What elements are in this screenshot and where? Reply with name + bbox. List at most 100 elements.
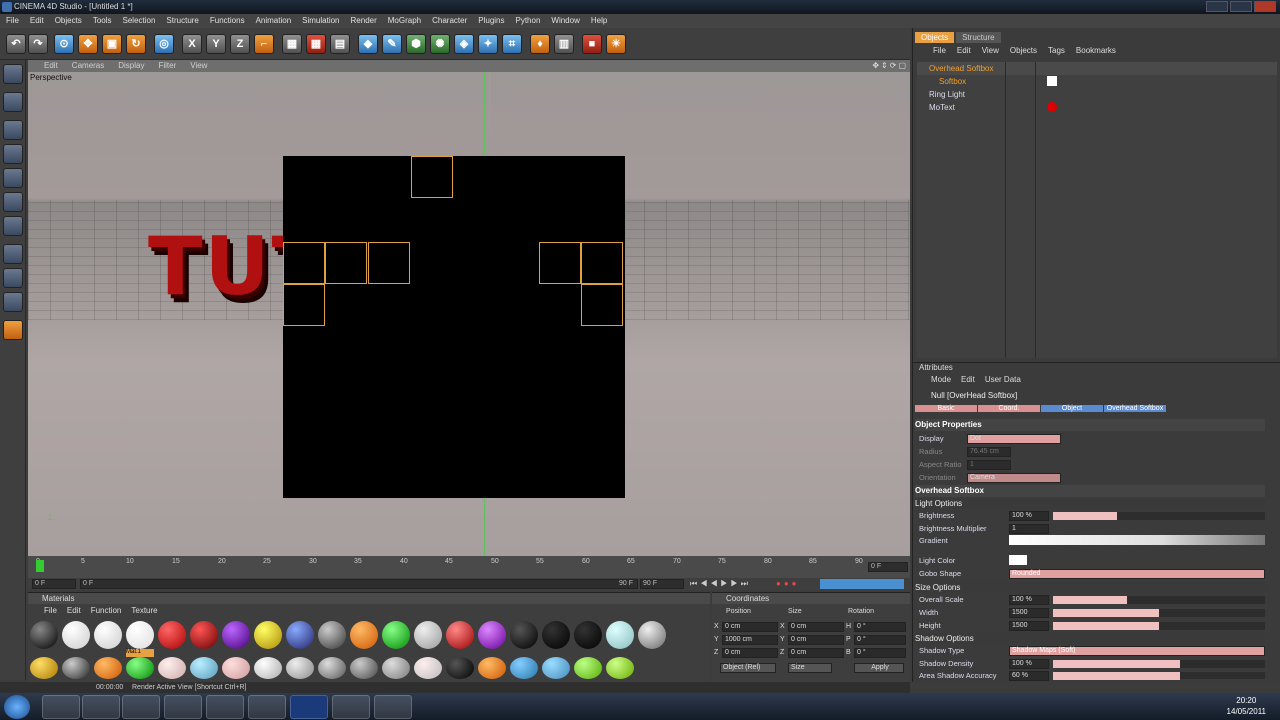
menu-render[interactable]: Render (351, 14, 377, 28)
tab-objects[interactable]: Objects (915, 32, 955, 43)
menu-character[interactable]: Character (432, 14, 467, 28)
material-swatch[interactable] (190, 657, 218, 679)
display-dropdown[interactable]: Dot (967, 434, 1061, 444)
size-x-field[interactable]: 0 cm (788, 622, 844, 632)
material-swatch[interactable] (190, 621, 218, 649)
material-swatch[interactable] (510, 621, 538, 649)
object-row[interactable]: MoText (917, 101, 1277, 114)
playback-controls[interactable]: ⏮◀◀▶▶⏭ (690, 579, 751, 589)
material-swatch[interactable] (542, 621, 570, 649)
close-button[interactable] (1254, 1, 1276, 12)
undo-icon[interactable]: ↶ (6, 34, 26, 54)
material-swatch[interactable] (478, 657, 506, 679)
viewport-navigation-icons[interactable]: ✥⇕⟳▢ (872, 60, 908, 72)
render-picture-viewer-icon[interactable]: ▦ (306, 34, 326, 54)
brightness-slider[interactable] (1053, 512, 1265, 520)
model-mode-icon[interactable] (3, 120, 23, 140)
cinema4d-taskbar-icon[interactable] (248, 695, 286, 719)
3d-viewport[interactable]: Perspective TUTORIAL ⊥ (28, 72, 910, 556)
start-frame-field[interactable]: 0 F (32, 579, 76, 589)
gobo-shape-dropdown[interactable]: Rounded (1009, 569, 1265, 579)
snap-icon[interactable] (3, 292, 23, 312)
photoshop-taskbar-icon[interactable] (290, 695, 328, 719)
material-swatch[interactable] (478, 621, 506, 649)
material-swatch[interactable] (62, 621, 90, 649)
system-clock[interactable]: 20:20 14/05/2011 (1227, 695, 1266, 717)
menu-functions[interactable]: Functions (210, 14, 245, 28)
aspect-ratio-field[interactable]: 1 (967, 460, 1011, 470)
points-mode-icon[interactable] (3, 168, 23, 188)
position-y-field[interactable]: 1000 cm (722, 635, 778, 645)
om-menu-bookmarks[interactable]: Bookmarks (1076, 46, 1116, 55)
live-selection-icon[interactable]: ⊙ (54, 34, 74, 54)
material-swatch[interactable] (30, 657, 58, 679)
ie-taskbar-icon[interactable] (122, 695, 160, 719)
tab-basic[interactable]: Basic (915, 405, 977, 412)
material-swatch[interactable] (574, 621, 602, 649)
edges-mode-icon[interactable] (3, 192, 23, 212)
shadow-density-slider[interactable] (1053, 660, 1265, 668)
tag-icon[interactable] (1047, 76, 1057, 86)
move-icon[interactable]: ✥ (78, 34, 98, 54)
tab-structure[interactable]: Structure (956, 32, 1001, 43)
brightness-multiplier-field[interactable]: 1 (1009, 524, 1049, 534)
material-swatch[interactable] (286, 657, 314, 679)
camera-icon[interactable]: ⌗ (502, 34, 522, 54)
rotation-b-field[interactable]: 0 ° (854, 648, 906, 658)
recent-tool-icon[interactable]: ◎ (154, 34, 174, 54)
x-axis-icon[interactable]: X (182, 34, 202, 54)
z-axis-icon[interactable]: Z (230, 34, 250, 54)
material-swatch[interactable] (446, 657, 474, 679)
texture-mode-icon[interactable] (3, 92, 23, 112)
light-icon[interactable]: ♦ (530, 34, 550, 54)
gradient-bar[interactable] (1009, 535, 1265, 545)
key-mode-icons[interactable] (820, 579, 904, 589)
object-row[interactable]: Overhead Softbox (917, 62, 1277, 75)
attr-menu-edit[interactable]: Edit (961, 375, 975, 384)
viewport-menu-display[interactable]: Display (118, 60, 144, 72)
viewport-menu-edit[interactable]: Edit (44, 60, 58, 72)
overall-scale-field[interactable]: 100 % (1009, 595, 1049, 605)
material-swatch[interactable] (446, 621, 474, 649)
position-z-field[interactable]: 0 cm (722, 648, 778, 658)
material-swatch[interactable] (350, 657, 378, 679)
coordinate-mode-dropdown[interactable]: Object (Rel) (720, 663, 776, 673)
height-field[interactable]: 1500 (1009, 621, 1049, 631)
width-slider[interactable] (1053, 609, 1265, 617)
layout-icon[interactable]: ▥ (554, 34, 574, 54)
scene-icon[interactable]: ✦ (478, 34, 498, 54)
material-swatch[interactable] (158, 657, 186, 679)
softbox-plane[interactable] (283, 156, 625, 498)
menu-python[interactable]: Python (516, 14, 541, 28)
tab-overhead-softbox[interactable]: Overhead Softbox (1104, 405, 1166, 412)
area-shadow-accuracy-field[interactable]: 60 % (1009, 671, 1049, 681)
viewport-menu-view[interactable]: View (190, 60, 207, 72)
array-icon[interactable]: ✺ (430, 34, 450, 54)
menu-simulation[interactable]: Simulation (302, 14, 339, 28)
end-frame-field[interactable]: 0 F (868, 562, 908, 572)
media-player-taskbar-icon[interactable] (82, 695, 120, 719)
attr-menu-mode[interactable]: Mode (931, 375, 951, 384)
tab-object[interactable]: Object (1041, 405, 1103, 412)
menu-structure[interactable]: Structure (166, 14, 198, 28)
size-z-field[interactable]: 0 cm (788, 648, 844, 658)
menu-selection[interactable]: Selection (123, 14, 156, 28)
app-taskbar-icon[interactable] (332, 695, 370, 719)
material-swatch[interactable] (222, 621, 250, 649)
rotation-p-field[interactable]: 0 ° (854, 635, 906, 645)
maximize-button[interactable] (1230, 1, 1252, 12)
attr-menu-user-data[interactable]: User Data (985, 375, 1021, 384)
apply-button[interactable]: Apply (854, 663, 904, 673)
materials-menu-edit[interactable]: Edit (67, 605, 81, 616)
material-swatch[interactable] (414, 621, 442, 649)
render-settings-icon[interactable]: ▤ (330, 34, 350, 54)
om-menu-file[interactable]: File (933, 46, 946, 55)
explorer-taskbar-icon[interactable] (42, 695, 80, 719)
record-keys-icons[interactable]: ●●● (776, 579, 800, 588)
material-swatch[interactable] (94, 621, 122, 649)
menu-objects[interactable]: Objects (55, 14, 82, 28)
materials-menu-texture[interactable]: Texture (131, 605, 157, 616)
material-tag-icon[interactable] (1047, 102, 1057, 112)
material-swatch[interactable] (254, 621, 282, 649)
material-swatch[interactable] (286, 621, 314, 649)
